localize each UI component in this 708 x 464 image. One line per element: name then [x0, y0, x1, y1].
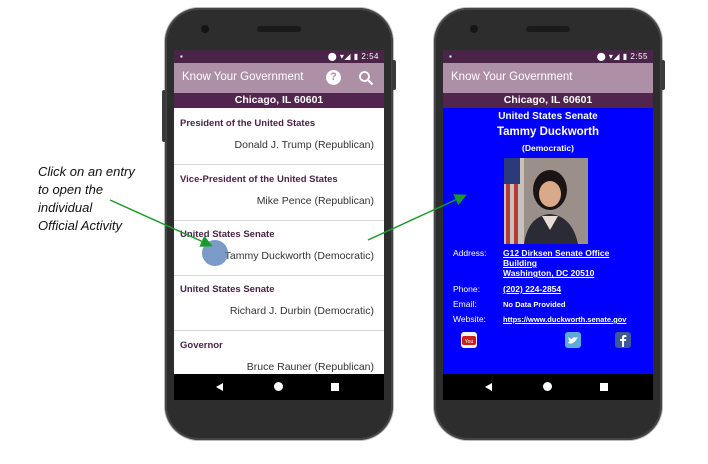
recents-icon[interactable]	[331, 383, 339, 391]
status-time: ⬤ ▾◢ ▮ 2:54	[327, 52, 379, 61]
instruction-caption: Click on an entry to open the individual…	[38, 163, 168, 235]
recents-icon[interactable]	[600, 383, 608, 391]
email-label: Email:	[453, 299, 477, 309]
official-name: Richard J. Durbin (Democratic)	[229, 305, 374, 317]
portrait-image	[504, 158, 588, 244]
status-bar: ▪ ⬤ ▾◢ ▮ 2:54	[174, 50, 384, 63]
office-title: United States Senate	[180, 284, 275, 295]
screen: ▪ ⬤ ▾◢ ▮ 2:54 Know Your Government ? Chi…	[174, 50, 384, 400]
screen: ▪ ⬤ ▾◢ ▮ 2:55 Know Your Government Chica…	[443, 50, 653, 400]
address-line: G12 Dirksen Senate Office	[503, 248, 610, 258]
volume-button[interactable]	[661, 60, 665, 90]
help-icon[interactable]: ?	[326, 70, 341, 85]
search-icon[interactable]	[358, 70, 374, 86]
office-title: United States Senate	[498, 111, 598, 122]
back-icon[interactable]	[485, 383, 492, 391]
official-list-item[interactable]: United States Senate Tammy Duckworth (De…	[174, 219, 384, 276]
notification-icon: ▪	[180, 52, 183, 61]
official-list-item[interactable]: United States Senate Richard J. Durbin (…	[174, 274, 384, 331]
caption-line: Click on an entry	[38, 164, 135, 179]
phone-link[interactable]: (202) 224-2854	[503, 284, 561, 294]
front-camera	[201, 25, 209, 33]
official-detail: United States Senate Tammy Duckworth (De…	[443, 108, 653, 374]
location-bar: Chicago, IL 60601	[174, 93, 384, 108]
status-time: ⬤ ▾◢ ▮ 2:55	[596, 52, 648, 61]
phone-label: Phone:	[453, 284, 480, 294]
address-line: Washington, DC 20510	[503, 268, 595, 278]
phone-detail: ▪ ⬤ ▾◢ ▮ 2:55 Know Your Government Chica…	[434, 8, 665, 440]
app-bar: Know Your Government	[443, 63, 653, 93]
app-title: Know Your Government	[182, 71, 304, 83]
official-name: Mike Pence (Republican)	[256, 195, 374, 207]
official-list-item[interactable]: Vice-President of the United States Mike…	[174, 164, 384, 221]
website-link[interactable]: https://www.duckworth.senate.gov	[503, 315, 626, 324]
email-value: No Data Provided	[503, 300, 566, 309]
navigation-bar	[174, 374, 384, 400]
official-list-item[interactable]: President of the United States Donald J.…	[174, 108, 384, 165]
party-label: (Democratic)	[522, 143, 574, 153]
youtube-icon[interactable]: You	[461, 332, 477, 348]
facebook-icon[interactable]	[615, 332, 631, 348]
status-bar: ▪ ⬤ ▾◢ ▮ 2:55	[443, 50, 653, 63]
caption-line: to open the	[38, 182, 104, 197]
volume-button[interactable]	[392, 60, 396, 90]
notification-icon: ▪	[449, 52, 452, 61]
office-title: Vice-President of the United States	[180, 174, 338, 185]
navigation-bar	[443, 374, 653, 400]
office-title: United States Senate	[180, 229, 275, 240]
office-title: President of the United States	[180, 118, 316, 129]
back-icon[interactable]	[216, 383, 223, 391]
front-camera	[470, 25, 478, 33]
twitter-icon[interactable]	[565, 332, 581, 348]
touch-indicator	[202, 240, 228, 266]
power-button[interactable]	[162, 90, 166, 142]
app-bar: Know Your Government ?	[174, 63, 384, 93]
official-name: Tammy Duckworth (Democratic)	[224, 250, 374, 262]
home-icon[interactable]	[274, 382, 283, 391]
official-name: Tammy Duckworth	[496, 126, 600, 138]
caption-line: individual	[38, 200, 93, 215]
official-photo[interactable]	[504, 158, 588, 244]
home-icon[interactable]	[543, 382, 552, 391]
office-title: Governor	[180, 340, 223, 351]
location-bar: Chicago, IL 60601	[443, 93, 653, 108]
official-name: Bruce Rauner (Republican)	[246, 361, 374, 373]
speaker	[257, 26, 301, 32]
svg-text:You: You	[465, 339, 474, 345]
app-title: Know Your Government	[451, 71, 573, 83]
speaker	[526, 26, 570, 32]
phone-list: ▪ ⬤ ▾◢ ▮ 2:54 Know Your Government ? Chi…	[162, 8, 396, 440]
address-label: Address:	[453, 248, 487, 258]
official-name: Donald J. Trump (Republican)	[234, 139, 374, 151]
address-link[interactable]: G12 Dirksen Senate Office Building Washi…	[503, 248, 609, 278]
website-label: Website:	[453, 314, 486, 324]
caption-line: Official Activity	[38, 218, 123, 233]
address-line: Building	[503, 258, 537, 268]
